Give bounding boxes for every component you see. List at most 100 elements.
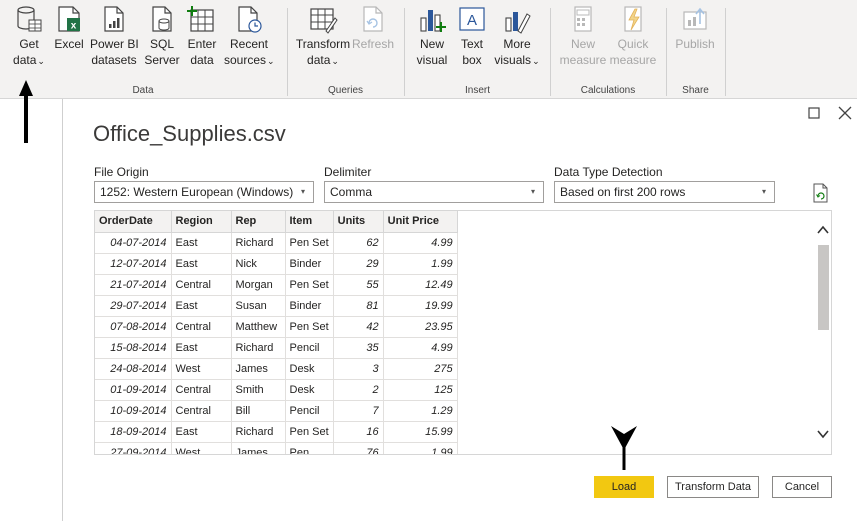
table-row: 18-09-2014 East Richard Pen Set 16 15.99 (95, 421, 458, 443)
file-origin-label: File Origin (94, 165, 149, 179)
transform-data-ribbon-button[interactable]: Transform data⌄ (295, 4, 351, 69)
table-cell: West (171, 358, 232, 380)
chevron-down-icon: ⌄ (37, 56, 45, 66)
table-cell: 07-08-2014 (95, 316, 172, 338)
column-header[interactable]: Units (333, 211, 384, 233)
table-row: 01-09-2014 Central Smith Desk 2 125 (95, 379, 458, 401)
file-origin-select[interactable]: 1252: Western European (Windows) ▾ (94, 181, 314, 203)
table-cell: 275 (383, 358, 458, 380)
text-box-icon: A (459, 7, 485, 31)
table-cell: Bill (231, 400, 286, 422)
table-cell: Desk (285, 358, 334, 380)
column-header[interactable]: Region (171, 211, 232, 233)
table-cell: East (171, 253, 232, 275)
table-cell: Susan (231, 295, 286, 317)
data-type-detection-select[interactable]: Based on first 200 rows ▾ (554, 181, 775, 203)
new-visual-icon (420, 10, 446, 32)
table-cell: 29-07-2014 (95, 295, 172, 317)
table-cell: 125 (383, 379, 458, 401)
table-cell: West (171, 442, 232, 454)
chevron-down-icon: ⌄ (267, 56, 275, 66)
text-box-button[interactable]: A Text box (455, 4, 489, 68)
excel-button[interactable]: x Excel (54, 4, 84, 52)
refresh-button[interactable]: Refresh (352, 4, 394, 52)
chevron-down-icon: ▾ (761, 187, 766, 196)
table-cell: 04-07-2014 (95, 232, 172, 254)
table-row: 04-07-2014 East Richard Pen Set 62 4.99 (95, 232, 458, 254)
vertical-scrollbar[interactable] (815, 211, 831, 454)
sql-server-button[interactable]: SQL Server (144, 4, 180, 68)
import-dialog: Office_Supplies.csv File Origin 1252: We… (62, 99, 857, 521)
group-label-insert: Insert (464, 85, 490, 96)
table-cell: Pencil (285, 400, 334, 422)
table-cell: 4.99 (383, 232, 458, 254)
table-cell: 62 (333, 232, 384, 254)
sql-server-icon (152, 6, 172, 32)
table-cell: 15-08-2014 (95, 337, 172, 359)
scrollbar-thumb[interactable] (818, 245, 829, 330)
maximize-icon[interactable] (808, 107, 820, 119)
table-cell: 35 (333, 337, 384, 359)
cancel-button[interactable]: Cancel (772, 476, 832, 498)
table-cell: Pen (285, 442, 334, 454)
power-bi-datasets-button[interactable]: Power BI datasets (90, 4, 139, 68)
annotation-arrow-down-icon (611, 426, 637, 470)
table-cell: 3 (333, 358, 384, 380)
table-cell: East (171, 421, 232, 443)
group-separator (725, 8, 726, 96)
table-cell: 10-09-2014 (95, 400, 172, 422)
column-header[interactable]: Unit Price (383, 211, 458, 233)
group-separator (666, 8, 667, 96)
table-cell: 1.99 (383, 253, 458, 275)
scroll-down-icon[interactable] (817, 429, 829, 439)
quick-measure-button[interactable]: Quick measure (607, 4, 659, 68)
close-icon[interactable] (838, 106, 852, 120)
table-row: 15-08-2014 East Richard Pencil 35 4.99 (95, 337, 458, 359)
file-origin-value: 1252: Western European (Windows) (100, 185, 294, 199)
quick-measure-icon (624, 6, 642, 32)
transform-data-button[interactable]: Transform Data (667, 476, 759, 498)
column-header[interactable]: Rep (231, 211, 286, 233)
refresh-preview-icon[interactable] (812, 183, 830, 203)
table-cell: Richard (231, 421, 286, 443)
column-header[interactable]: OrderDate (95, 211, 172, 233)
table-cell: 81 (333, 295, 384, 317)
table-cell: Binder (285, 295, 334, 317)
table-cell: 19.99 (383, 295, 458, 317)
new-measure-button[interactable]: New measure (559, 4, 607, 68)
annotation-arrow-up-icon (19, 80, 33, 143)
transform-data-icon (310, 8, 338, 34)
group-label-calculations: Calculations (580, 85, 636, 96)
get-data-button[interactable]: Get data⌄ (12, 4, 46, 69)
table-cell: East (171, 337, 232, 359)
enter-data-button[interactable]: Enter data (185, 4, 219, 68)
table-cell: 15.99 (383, 421, 458, 443)
chevron-down-icon: ⌄ (532, 56, 540, 66)
recent-sources-button[interactable]: Recent sources⌄ (224, 4, 275, 69)
table-cell: Smith (231, 379, 286, 401)
table-cell: Pen Set (285, 316, 334, 338)
group-separator (550, 8, 551, 96)
svg-text:A: A (467, 12, 477, 29)
group-label-queries: Queries (327, 85, 363, 96)
table-cell: 55 (333, 274, 384, 296)
excel-icon: x (58, 6, 80, 32)
table-cell: Central (171, 379, 232, 401)
recent-sources-icon (238, 6, 262, 33)
table-cell: 21-07-2014 (95, 274, 172, 296)
data-type-detection-label: Data Type Detection (554, 165, 663, 179)
delimiter-select[interactable]: Comma ▾ (324, 181, 544, 203)
table-row: 24-08-2014 West James Desk 3 275 (95, 358, 458, 380)
column-header[interactable]: Item (285, 211, 334, 233)
table-cell: Binder (285, 253, 334, 275)
scroll-up-icon[interactable] (817, 225, 829, 235)
table-cell: 76 (333, 442, 384, 454)
publish-button[interactable]: Publish (673, 4, 717, 52)
table-cell: Central (171, 400, 232, 422)
table-cell: East (171, 232, 232, 254)
new-visual-button[interactable]: New visual (414, 4, 450, 68)
table-header-row: OrderDate Region Rep Item Units Unit Price (95, 211, 458, 233)
table-cell: Pen Set (285, 421, 334, 443)
more-visuals-button[interactable]: More visuals⌄ (493, 4, 541, 69)
load-button[interactable]: Load (594, 476, 654, 498)
